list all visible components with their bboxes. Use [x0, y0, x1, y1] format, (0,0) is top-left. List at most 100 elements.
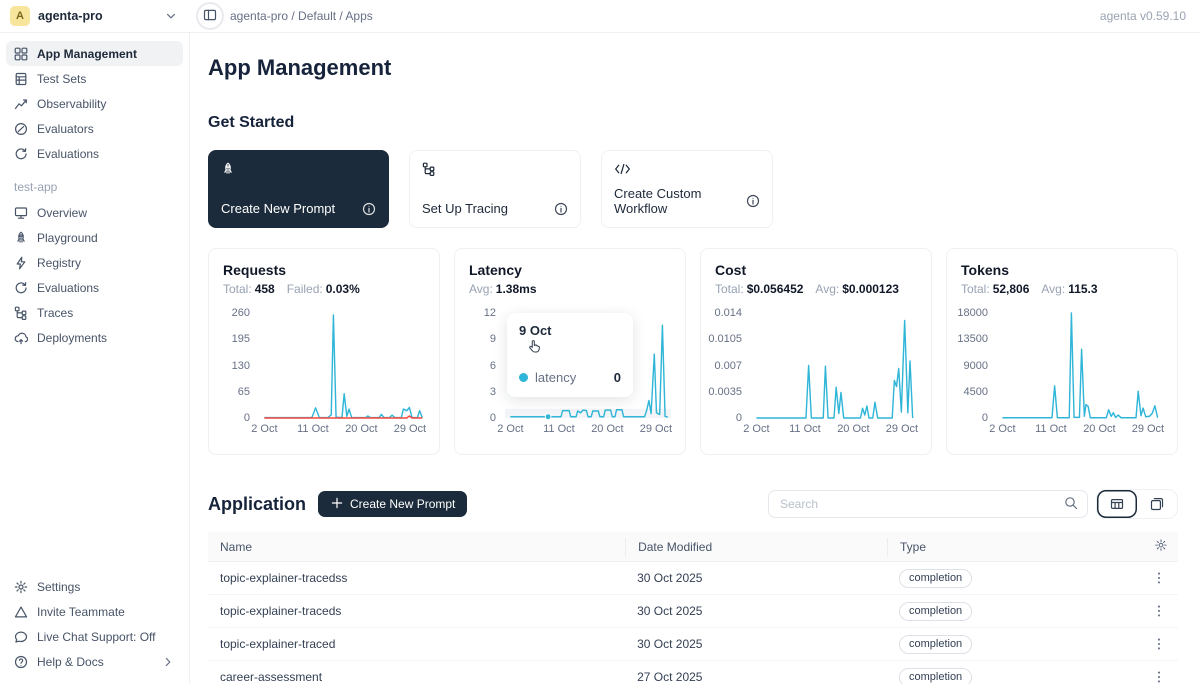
x-tick-label: 2 Oct	[497, 423, 523, 435]
x-tick-label: 29 Oct	[640, 423, 672, 435]
x-tick-label: 20 Oct	[1083, 423, 1115, 435]
info-icon[interactable]	[554, 202, 568, 216]
app-type: completion	[887, 668, 1100, 684]
x-axis: 2 Oct11 Oct20 Oct29 Oct	[751, 420, 917, 435]
x-tick-label: 11 Oct	[1035, 423, 1067, 435]
table-view-button[interactable]	[1097, 490, 1137, 518]
app-name[interactable]: career-assessment	[208, 670, 625, 684]
sidebar-item-traces[interactable]: Traces	[6, 300, 183, 325]
y-tick-label: 0.007	[714, 360, 742, 372]
row-menu-button[interactable]	[1150, 635, 1168, 653]
column-header-date-modified[interactable]: Date Modified	[625, 538, 887, 556]
search-icon[interactable]	[1064, 496, 1078, 513]
card-view-button[interactable]	[1137, 490, 1177, 518]
search-input[interactable]	[780, 497, 1064, 511]
sidebar-item-label: Evaluations	[37, 281, 99, 295]
chart-stats: Total:52,806 Avg:115.3	[961, 282, 1163, 296]
y-tick-label: 0.0035	[708, 386, 742, 398]
sidebar-item-live-chat-support-off[interactable]: Live Chat Support: Off	[6, 624, 183, 649]
cloud-icon	[14, 331, 28, 345]
type-badge: completion	[899, 569, 972, 588]
search-box[interactable]	[768, 490, 1088, 518]
info-icon[interactable]	[362, 202, 376, 216]
column-header-name[interactable]: Name	[208, 538, 625, 556]
row-menu-button[interactable]	[1150, 668, 1168, 684]
sidebar-item-evaluators[interactable]: Evaluators	[6, 116, 183, 141]
x-tick-label: 11 Oct	[789, 423, 821, 435]
sidebar-item-label: Observability	[37, 97, 106, 111]
x-tick-label: 11 Oct	[543, 423, 575, 435]
refresh-icon	[14, 281, 28, 295]
grid-icon	[14, 47, 28, 61]
x-tick-label: 11 Oct	[297, 423, 329, 435]
workspace-selector[interactable]: A agenta-pro	[0, 6, 190, 26]
info-icon[interactable]	[746, 194, 760, 208]
sidebar-toggle-button[interactable]	[196, 2, 224, 30]
table-row[interactable]: topic-explainer-tracedss30 Oct 2025 compl…	[208, 562, 1178, 595]
app-date-modified: 30 Oct 2025	[625, 571, 887, 585]
table-row[interactable]: topic-explainer-traceds30 Oct 2025comple…	[208, 595, 1178, 628]
x-tick-label: 2 Oct	[989, 423, 1015, 435]
cost-plot[interactable]	[751, 308, 917, 420]
y-tick-label: 12	[484, 307, 496, 319]
chart-tooltip: 9 Oct latency 0	[507, 313, 633, 397]
sidebar-item-deployments[interactable]: Deployments	[6, 325, 183, 350]
sidebar-item-test-sets[interactable]: Test Sets	[6, 66, 183, 91]
requests-plot[interactable]	[259, 308, 425, 420]
chart-title: Requests	[223, 262, 425, 278]
invite-icon	[14, 605, 28, 619]
latency-chart-card: Latency Avg:1.38ms 129630 2 Oct11 Oct20 …	[454, 248, 686, 455]
page-title: App Management	[208, 55, 1178, 81]
sidebar-item-help-docs[interactable]: Help & Docs	[6, 649, 183, 674]
tooltip-value: 0	[614, 370, 621, 385]
help-icon	[14, 655, 28, 669]
create-new-prompt-button[interactable]: Create New Prompt	[318, 491, 467, 517]
sidebar-item-playground[interactable]: Playground	[6, 225, 183, 250]
row-menu-button[interactable]	[1150, 602, 1168, 620]
set-up-tracing-card[interactable]: Set Up Tracing	[409, 150, 581, 228]
app-name[interactable]: topic-explainer-traceds	[208, 604, 625, 618]
sidebar-item-evaluations[interactable]: Evaluations	[6, 275, 183, 300]
get-started-heading: Get Started	[208, 114, 1178, 132]
sidebar-item-settings[interactable]: Settings	[6, 574, 183, 599]
create-new-prompt-card[interactable]: Create New Prompt	[208, 150, 389, 228]
y-tick-label: 3	[490, 386, 496, 398]
chart-stats: Total:458 Failed:0.03%	[223, 282, 425, 296]
y-tick-label: 195	[232, 333, 250, 345]
sidebar-item-label: Evaluators	[37, 122, 94, 136]
sidebar-item-label: Invite Teammate	[37, 605, 125, 619]
bolt-icon	[14, 256, 28, 270]
sidebar-item-label: Deployments	[37, 331, 107, 345]
x-tick-label: 2 Oct	[251, 423, 277, 435]
y-tick-label: 0	[982, 412, 988, 424]
y-tick-label: 4500	[964, 386, 988, 398]
sidebar-item-overview[interactable]: Overview	[6, 200, 183, 225]
table-row[interactable]: career-assessment27 Oct 2025completion	[208, 661, 1178, 684]
sidebar-item-label: Overview	[37, 206, 87, 220]
panel-left-icon	[203, 8, 217, 25]
create-custom-workflow-card[interactable]: Create Custom Workflow	[601, 150, 773, 228]
column-settings-icon[interactable]	[1155, 539, 1168, 555]
column-header-type[interactable]: Type	[887, 538, 1100, 556]
application-heading: Application	[208, 494, 306, 515]
app-name[interactable]: topic-explainer-tracedss	[208, 571, 625, 585]
sidebar-item-invite-teammate[interactable]: Invite Teammate	[6, 599, 183, 624]
sidebar-item-evaluations[interactable]: Evaluations	[6, 141, 183, 166]
row-menu-button[interactable]	[1150, 569, 1168, 587]
sidebar-item-observability[interactable]: Observability	[6, 91, 183, 116]
table-row[interactable]: topic-explainer-traced30 Oct 2025complet…	[208, 628, 1178, 661]
table-view-icon	[1110, 497, 1124, 511]
app-date-modified: 30 Oct 2025	[625, 604, 887, 618]
sidebar-item-app-management[interactable]: App Management	[6, 41, 183, 66]
sidebar-bottom-nav: Settings Invite Teammate Live Chat Support…	[6, 574, 183, 674]
x-tick-label: 2 Oct	[743, 423, 769, 435]
app-name[interactable]: topic-explainer-traced	[208, 637, 625, 651]
y-tick-label: 260	[232, 307, 250, 319]
tokens-plot[interactable]	[997, 308, 1163, 420]
sidebar-item-registry[interactable]: Registry	[6, 250, 183, 275]
chart-title: Cost	[715, 262, 917, 278]
y-tick-label: 0	[244, 412, 250, 424]
breadcrumb[interactable]: agenta-pro / Default / Apps	[230, 9, 373, 23]
type-badge: completion	[899, 635, 972, 654]
topbar: A agenta-pro agenta-pro / Default / Apps…	[0, 0, 1200, 33]
